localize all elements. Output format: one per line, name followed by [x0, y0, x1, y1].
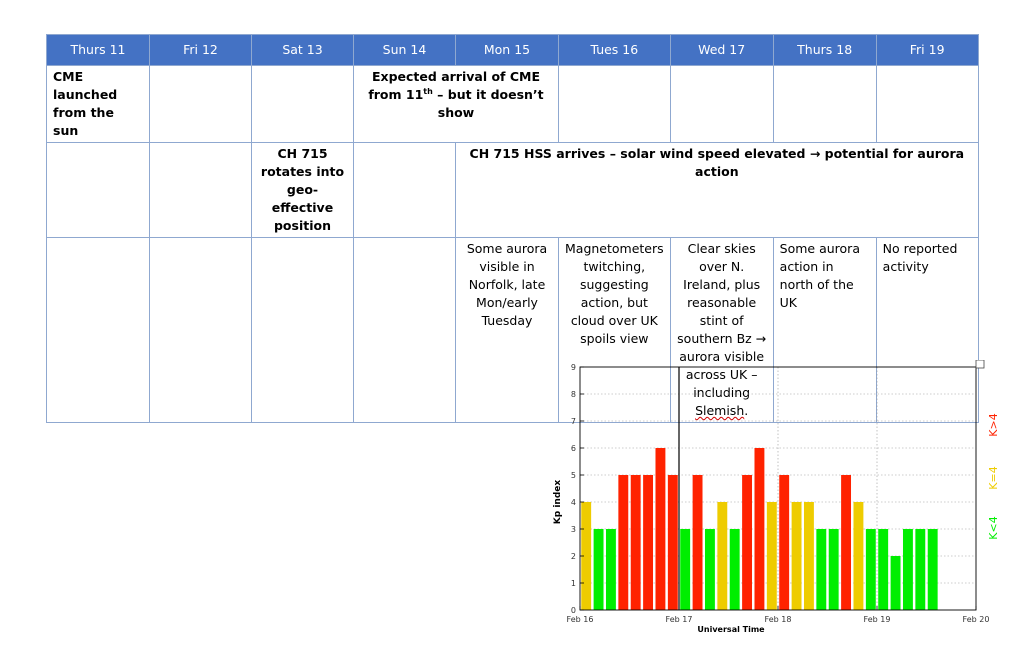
kp-index-chart: 0 1 2 3 4 5 6 7 8 9 Feb 16 Feb 17 Feb 18 Feb 19 Feb 20… — [553, 360, 1000, 634]
empty-cell — [353, 237, 456, 423]
empty-cell — [251, 65, 354, 143]
kp-bar — [680, 529, 691, 610]
header-day: Wed 17 — [669, 34, 774, 66]
header-day: Sun 14 — [353, 34, 456, 66]
chart-legend: K<4 K=4 K>4 — [987, 413, 1000, 539]
y-tick-label: 8 — [571, 390, 576, 399]
kp-bar — [643, 475, 654, 610]
kp-bar — [692, 475, 703, 610]
empty-cell — [875, 65, 979, 143]
x-tick-label: Feb 18 — [765, 615, 792, 624]
cme-expected-text-end: – but it doesn’t show — [432, 87, 544, 120]
kp-bar — [878, 529, 889, 610]
y-tick-label: 5 — [571, 471, 576, 480]
kp-bar — [655, 448, 666, 610]
header-day: Tues 16 — [558, 34, 671, 66]
table-row: CH 715 rotates into geo-effective positi… — [46, 142, 979, 238]
y-tick-label: 6 — [571, 444, 576, 453]
legend-entry: K<4 — [987, 516, 1000, 539]
empty-cell — [149, 237, 252, 423]
empty-cell — [669, 65, 774, 143]
y-tick-label: 0 — [571, 606, 576, 615]
kp-bar — [828, 529, 839, 610]
kp-bar — [803, 502, 814, 610]
kp-bar — [729, 529, 740, 610]
header-day: Sat 13 — [251, 34, 354, 66]
empty-cell — [353, 142, 456, 238]
header-row: Thurs 11 Fri 12 Sat 13 Sun 14 Mon 15 Tue… — [46, 34, 979, 66]
kp-bar — [605, 529, 616, 610]
kp-bar — [766, 502, 777, 610]
x-tick-label: Feb 16 — [567, 615, 594, 624]
y-tick-label: 4 — [571, 498, 576, 507]
empty-cell — [46, 237, 150, 423]
x-tick-label: Feb 17 — [666, 615, 693, 624]
kp-bar — [853, 502, 864, 610]
kp-bar — [742, 475, 753, 610]
header-day: Fri 12 — [149, 34, 252, 66]
kp-bar — [630, 475, 641, 610]
kp-bar — [791, 502, 802, 610]
kp-bar — [754, 448, 765, 610]
empty-cell — [251, 237, 354, 423]
kp-bar — [841, 475, 852, 610]
ch715-rotation-cell: CH 715 rotates into geo-effective positi… — [251, 142, 354, 238]
y-tick-label: 7 — [571, 417, 576, 426]
header-day: Fri 19 — [875, 34, 979, 66]
header-day: Thurs 18 — [772, 34, 877, 66]
aurora-report-mon: Some aurora visible in Norfolk, late Mon… — [455, 237, 559, 423]
selection-handle[interactable] — [975, 360, 985, 369]
y-tick-label: 9 — [571, 363, 576, 372]
x-tick-label: Feb 19 — [864, 615, 891, 624]
y-tick-label: 1 — [571, 579, 576, 588]
y-tick-label: 2 — [571, 552, 576, 561]
kp-bar — [717, 502, 728, 610]
cme-expected-cell: Expected arrival of CME from 11th – but … — [353, 65, 559, 143]
empty-cell — [46, 142, 150, 238]
legend-entry: K>4 — [987, 413, 1000, 436]
x-tick-label: Feb 20 — [963, 615, 990, 624]
kp-bar — [618, 475, 629, 610]
empty-cell — [149, 65, 252, 143]
empty-cell — [772, 65, 877, 143]
kp-bar — [915, 529, 926, 610]
ordinal-suffix: th — [423, 86, 433, 96]
kp-bar — [593, 529, 604, 610]
header-day: Thurs 11 — [46, 34, 150, 66]
kp-bar — [927, 529, 938, 610]
legend-entry: K=4 — [987, 466, 1000, 489]
chart-bars — [581, 448, 938, 610]
table-row: CME launched from the sun Expected arriv… — [46, 65, 979, 143]
kp-bar — [779, 475, 790, 610]
kp-bar — [890, 556, 901, 610]
kp-bar — [704, 529, 715, 610]
x-axis-label: Universal Time — [697, 625, 765, 634]
kp-bar — [902, 529, 913, 610]
empty-cell — [149, 142, 252, 238]
empty-cell — [558, 65, 671, 143]
kp-bar — [865, 529, 876, 610]
hss-arrival-cell: CH 715 HSS arrives – solar wind speed el… — [455, 142, 979, 238]
y-tick-label: 3 — [571, 525, 576, 534]
cme-launch-cell: CME launched from the sun — [46, 65, 150, 143]
kp-bar — [667, 475, 678, 610]
header-day: Mon 15 — [455, 34, 559, 66]
y-axis-label: Kp index — [553, 480, 563, 525]
kp-bar — [816, 529, 827, 610]
